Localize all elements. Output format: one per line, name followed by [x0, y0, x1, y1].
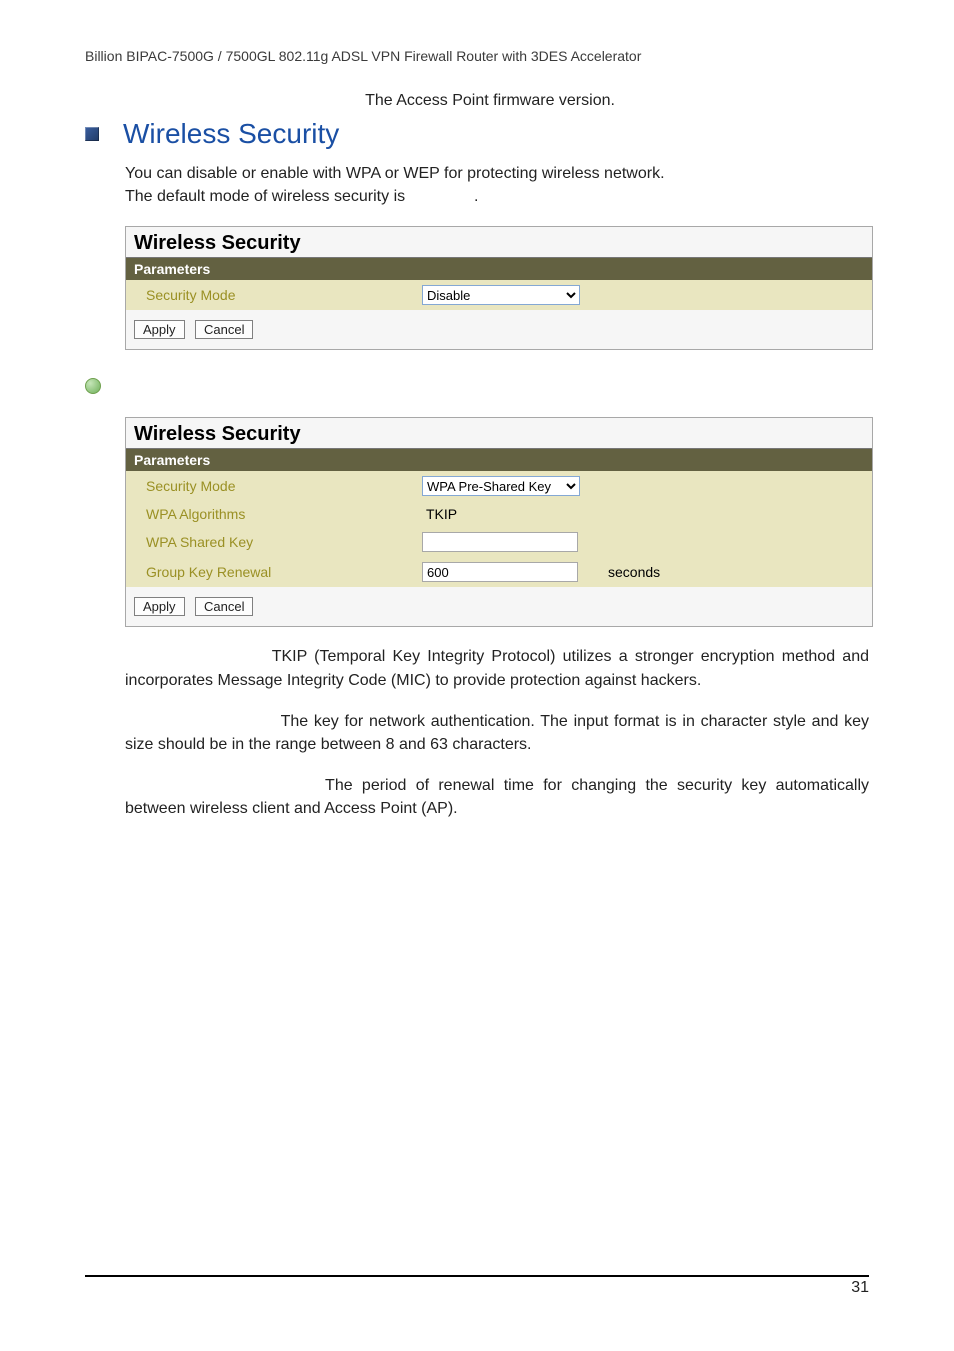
panel1-subtitle: Parameters: [126, 258, 872, 280]
desc-key-a: The key for network authentication: [281, 713, 531, 730]
cancel-button[interactable]: Cancel: [195, 320, 253, 339]
row-group-key-renewal: Group Key Renewal seconds: [126, 557, 872, 587]
note-icon: [85, 378, 101, 394]
wpa-shared-key-input[interactable]: [422, 532, 578, 552]
security-mode-select-2[interactable]: WPA Pre-Shared Key: [422, 476, 580, 496]
group-key-renewal-input[interactable]: [422, 562, 578, 582]
intro-line-2: The default mode of wireless security is: [125, 188, 405, 205]
panel1-title: Wireless Security: [126, 227, 872, 258]
row-security-mode-2: Security Mode WPA Pre-Shared Key: [126, 471, 872, 501]
cancel-button-2[interactable]: Cancel: [195, 597, 253, 616]
desc-renewal: The period of renewal time for changing …: [125, 774, 869, 820]
section-bullet-icon: [85, 127, 99, 141]
label-group-key-renewal: Group Key Renewal: [134, 564, 422, 580]
label-security-mode: Security Mode: [134, 287, 422, 303]
panel2-subtitle: Parameters: [126, 449, 872, 471]
intro-paragraph: You can disable or enable with WPA or WE…: [125, 162, 869, 208]
firmware-version-line: The Access Point firmware version.: [85, 92, 705, 110]
apply-button[interactable]: Apply: [134, 320, 185, 339]
panel2-title: Wireless Security: [126, 418, 872, 449]
intro-line-1: You can disable or enable with WPA or WE…: [125, 165, 665, 182]
section-title: Wireless Security: [123, 118, 339, 150]
desc-key: The key for network authentication. The …: [125, 710, 869, 756]
label-wpa-shared-key: WPA Shared Key: [134, 534, 422, 550]
row-wpa-algorithms: WPA Algorithms TKIP: [126, 501, 872, 527]
panel-wireless-security-disable: Wireless Security Parameters Security Mo…: [125, 226, 873, 350]
row-wpa-shared-key: WPA Shared Key: [126, 527, 872, 557]
value-wpa-algorithms: TKIP: [422, 506, 457, 522]
panel1-button-row: Apply Cancel: [126, 310, 872, 349]
row-security-mode: Security Mode Disable: [126, 280, 872, 310]
panel2-button-row: Apply Cancel: [126, 587, 872, 626]
security-mode-select[interactable]: Disable: [422, 285, 580, 305]
panel-wireless-security-wpa: Wireless Security Parameters Security Mo…: [125, 417, 873, 627]
page-number: 31: [851, 1279, 869, 1296]
label-security-mode-2: Security Mode: [134, 478, 422, 494]
group-key-renewal-suffix: seconds: [608, 564, 660, 580]
label-wpa-algorithms: WPA Algorithms: [134, 506, 422, 522]
page-footer: 31: [85, 1275, 869, 1297]
page-header: Billion BIPAC-7500G / 7500GL 802.11g ADS…: [85, 48, 869, 64]
desc-tkip-pad: [125, 645, 272, 668]
desc-key-pad: [125, 710, 281, 733]
intro-trailing: .: [474, 188, 478, 205]
apply-button-2[interactable]: Apply: [134, 597, 185, 616]
desc-tkip: TKIP (Temporal Key Integrity Protocol) u…: [125, 645, 869, 691]
desc-renewal-pad: [125, 774, 325, 797]
